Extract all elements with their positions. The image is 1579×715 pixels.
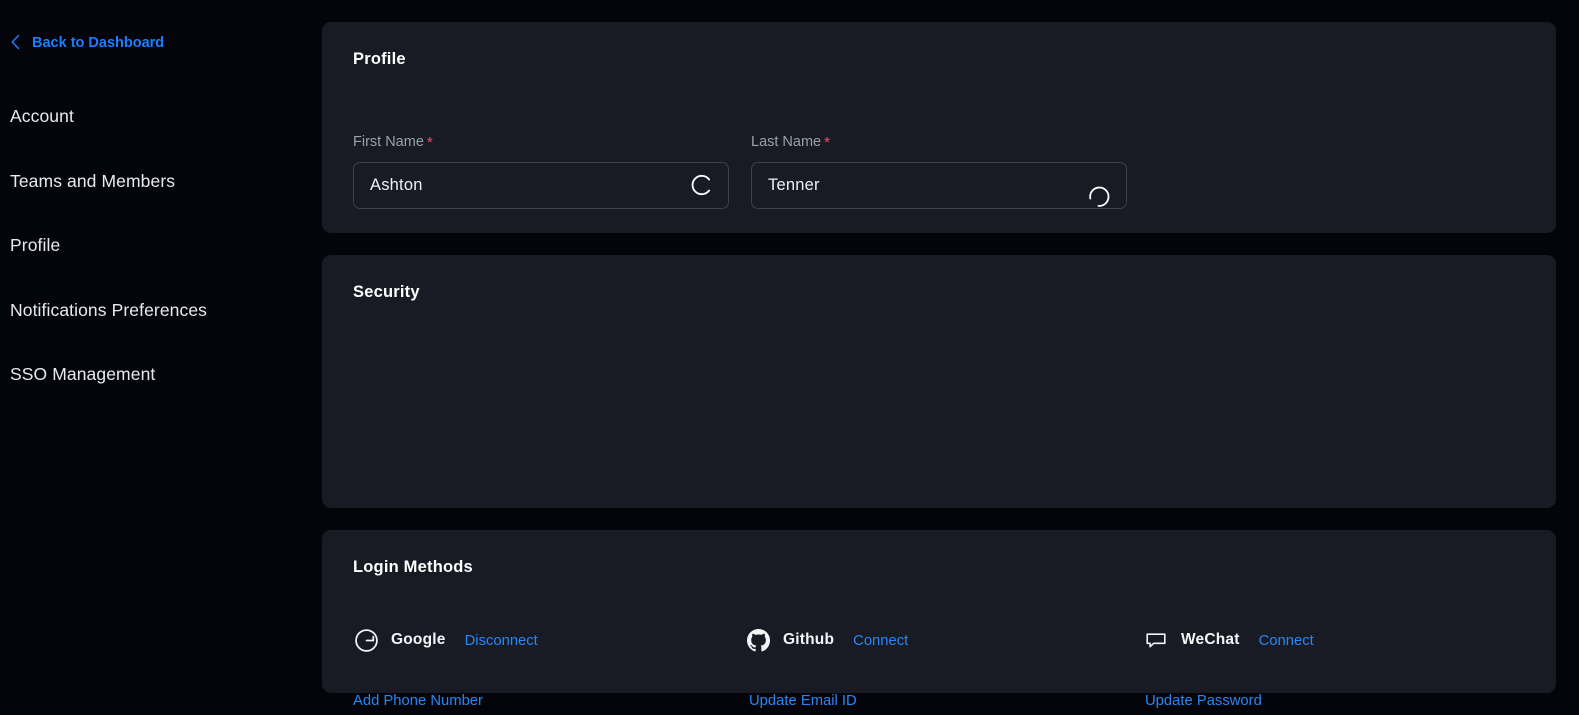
back-to-dashboard-label: Back to Dashboard	[32, 35, 165, 51]
required-asterisk: *	[426, 134, 433, 151]
wechat-connect-link[interactable]: Connect	[1259, 633, 1314, 649]
last-name-label: Last Name *	[751, 134, 1127, 150]
loading-spinner-icon	[1083, 180, 1115, 212]
login-method-name: Google	[391, 631, 446, 648]
required-asterisk: *	[824, 134, 830, 151]
first-name-field-group: First Name * Ashton	[353, 134, 729, 209]
last-name-field-group: Last Name * Tenner	[751, 134, 1127, 209]
login-method-row-github: Github Connect	[745, 627, 908, 653]
last-name-value: Tenner	[768, 175, 820, 194]
sidebar-item-label: Profile	[10, 235, 61, 255]
update-password-link[interactable]: Update Password	[1145, 693, 1262, 709]
first-name-value: Ashton	[370, 175, 423, 194]
update-email-id-link[interactable]: Update Email ID	[749, 693, 857, 709]
add-phone-number-link[interactable]: Add Phone Number	[353, 693, 483, 709]
profile-card: Profile First Name* Ashton Last Name*	[322, 22, 1556, 233]
security-card: Security Phone Number Add Phone Number E…	[322, 255, 1556, 708]
login-method-row-wechat: WeChat Connect	[1143, 627, 1314, 653]
wechat-icon	[1143, 627, 1169, 653]
last-name-label-text: Last Name	[751, 134, 822, 150]
last-name-input[interactable]: Tenner	[751, 161, 1127, 212]
login-methods-card-title: Login Methods	[353, 558, 473, 576]
first-name-label: First Name *	[353, 134, 729, 150]
github-connect-link[interactable]: Connect	[853, 633, 908, 649]
sidebar-item-label: Notifications Preferences	[10, 299, 208, 320]
sidebar-item-notifications-preferences[interactable]: Notifications Preferences	[10, 290, 310, 333]
sidebar-item-profile[interactable]: Profile	[10, 225, 310, 268]
back-to-dashboard-link[interactable]: Back to Dashboard	[10, 34, 165, 51]
sidebar-item-account[interactable]: Account	[10, 96, 310, 139]
profile-card-title: Profile	[353, 50, 406, 68]
sidebar-item-label: Account	[10, 106, 74, 126]
chevron-left-icon	[10, 34, 21, 50]
sidebar-item-label: Teams and Members	[10, 170, 176, 191]
login-method-name: WeChat	[1181, 631, 1240, 648]
main-content: Profile First Name* Ashton Last Name*	[322, 0, 1579, 715]
sidebar-item-label: SSO Management	[10, 364, 156, 384]
sidebar-nav: Account Teams and Members Profile Notifi…	[10, 96, 310, 419]
settings-page: Back to Dashboard Account Teams and Memb…	[0, 0, 1579, 715]
sidebar-item-sso-management[interactable]: SSO Management	[10, 354, 310, 397]
google-icon	[353, 627, 379, 653]
first-name-input[interactable]: Ashton	[353, 161, 729, 209]
login-method-row-google: Google Disconnect	[353, 627, 538, 653]
sidebar: Back to Dashboard Account Teams and Memb…	[0, 0, 322, 715]
loading-spinner-icon	[690, 174, 713, 197]
first-name-label-text: First Name	[353, 134, 424, 150]
google-disconnect-link[interactable]: Disconnect	[465, 633, 538, 649]
github-icon	[745, 627, 771, 653]
sidebar-item-teams-and-members[interactable]: Teams and Members	[10, 161, 310, 204]
login-methods-card: Login Methods Google Disconnect Github C…	[322, 530, 1556, 693]
security-card-title: Security	[353, 283, 420, 301]
login-method-name: Github	[783, 631, 835, 648]
